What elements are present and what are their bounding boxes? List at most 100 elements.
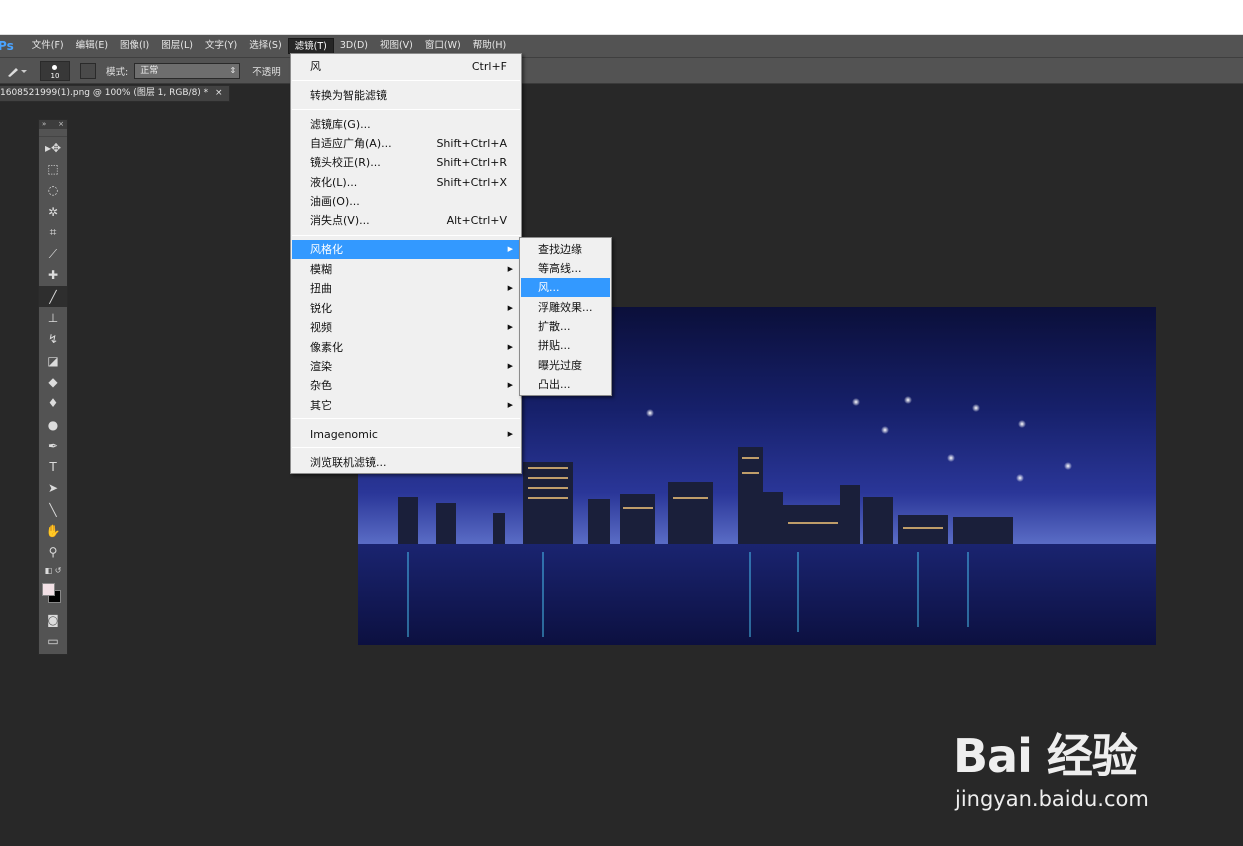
color-swatches[interactable]: [39, 579, 67, 609]
dodge-tool-icon[interactable]: ●: [39, 414, 67, 435]
close-icon[interactable]: ×: [58, 120, 64, 129]
menu-3d[interactable]: 3D(D): [334, 38, 374, 54]
submenu-arrow-icon: ▶: [507, 381, 513, 389]
menu-item-lens-correction[interactable]: 镜头校正(R)... Shift+Ctrl+R: [292, 153, 520, 172]
healing-brush-tool-icon[interactable]: ✚: [39, 265, 67, 286]
menu-item-shortcut: Shift+Ctrl+A: [436, 137, 507, 150]
mode-select[interactable]: 正常: [134, 62, 241, 79]
menu-item-render[interactable]: 渲染 ▶: [292, 357, 520, 376]
path-selection-tool-icon[interactable]: ➤: [39, 478, 67, 499]
pen-tool-icon[interactable]: ✒: [39, 435, 67, 456]
menu-item-shortcut: Ctrl+F: [471, 60, 507, 73]
brush-icon: [8, 67, 27, 77]
menu-item-label: 风: [310, 60, 321, 73]
submenu-item-wind[interactable]: 风...: [521, 278, 610, 297]
menu-edit[interactable]: 编辑(E): [70, 38, 114, 54]
document-tab[interactable]: 1608521999(1).png @ 100% (图层 1, RGB/8) *…: [0, 85, 230, 102]
document-title: 1608521999(1).png @ 100% (图层 1, RGB/8) *: [0, 88, 209, 98]
blur-tool-icon[interactable]: ♦: [39, 393, 67, 414]
menu-item-label: 像素化: [310, 341, 343, 354]
stylize-submenu: 查找边缘 等高线... 风... 浮雕效果... 扩散... 拼贴... 曝光过…: [519, 237, 612, 396]
submenu-arrow-icon: ▶: [507, 304, 513, 312]
menu-item-label: 锐化: [310, 302, 332, 315]
brush-panel-toggle[interactable]: [80, 62, 96, 79]
menu-help[interactable]: 帮助(H): [467, 38, 513, 54]
submenu-item-find-edges[interactable]: 查找边缘: [521, 240, 610, 259]
menu-item-distort[interactable]: 扭曲 ▶: [292, 279, 520, 298]
menu-item-other[interactable]: 其它 ▶: [292, 396, 520, 415]
menu-item-convert-smart-filter[interactable]: 转换为智能滤镜: [292, 86, 520, 105]
menu-item-blur[interactable]: 模糊 ▶: [292, 260, 520, 279]
submenu-arrow-icon: ▶: [507, 401, 513, 409]
eraser-tool-icon[interactable]: ◪: [39, 350, 67, 371]
submenu-arrow-icon: ▶: [507, 323, 513, 331]
menu-image[interactable]: 图像(I): [114, 38, 155, 54]
menu-bar: Ps 文件(F) 编辑(E) 图像(I) 图层(L) 文字(Y) 选择(S) 滤…: [0, 35, 1243, 57]
menu-item-adaptive-wide-angle[interactable]: 自适应广角(A)... Shift+Ctrl+A: [292, 134, 520, 153]
menu-file[interactable]: 文件(F): [26, 38, 70, 54]
menu-item-shortcut: Shift+Ctrl+X: [436, 176, 507, 189]
submenu-item-tiles[interactable]: 拼贴...: [521, 336, 610, 355]
history-brush-tool-icon[interactable]: ↯: [39, 329, 67, 350]
crop-tool-icon[interactable]: ⌗: [39, 222, 67, 243]
menu-layer[interactable]: 图层(L): [155, 38, 199, 54]
browser-top-area: [0, 0, 1243, 35]
menu-divider: [292, 418, 520, 419]
app-logo: Ps: [0, 39, 14, 53]
menu-item-oil-paint[interactable]: 油画(O)...: [292, 192, 520, 211]
foreground-color-swatch[interactable]: [42, 582, 55, 596]
magic-wand-tool-icon[interactable]: ✲: [39, 201, 67, 222]
menu-item-last-filter[interactable]: 风 Ctrl+F: [292, 57, 520, 76]
line-tool-icon[interactable]: ╲: [39, 499, 67, 520]
brush-size-picker[interactable]: 10: [40, 60, 70, 81]
menu-item-label: 消失点(V)...: [310, 214, 370, 227]
submenu-item-solarize[interactable]: 曝光过度: [521, 356, 610, 375]
hand-tool-icon[interactable]: ✋: [39, 520, 67, 541]
eyedropper-tool-icon[interactable]: ⟋: [39, 243, 67, 264]
menu-type[interactable]: 文字(Y): [199, 38, 243, 54]
menu-item-browse-online[interactable]: 浏览联机滤镜...: [292, 453, 520, 472]
menu-item-stylize[interactable]: 风格化 ▶: [292, 240, 520, 259]
menu-filter[interactable]: 滤镜(T): [287, 38, 334, 54]
marquee-tool-icon[interactable]: ⬚: [39, 158, 67, 179]
swap-colors-icon[interactable]: ◧ ↺: [39, 563, 67, 579]
collapse-icon[interactable]: »: [42, 120, 46, 129]
submenu-item-trace-contour[interactable]: 等高线...: [521, 259, 610, 278]
menu-item-pixelate[interactable]: 像素化 ▶: [292, 338, 520, 357]
options-bar: 10 模式: 正常 不透明: [0, 57, 1243, 84]
menu-item-video[interactable]: 视频 ▶: [292, 318, 520, 337]
menu-select[interactable]: 选择(S): [243, 38, 287, 54]
brush-tool-icon[interactable]: ╱: [39, 286, 67, 308]
submenu-item-diffuse[interactable]: 扩散...: [521, 317, 610, 336]
menu-item-label: 液化(L)...: [310, 176, 358, 189]
menu-window[interactable]: 窗口(W): [419, 38, 467, 54]
zoom-tool-icon[interactable]: ⚲: [39, 542, 67, 563]
quick-mask-icon[interactable]: ◙: [39, 609, 67, 630]
brush-preset-picker[interactable]: [2, 61, 32, 81]
menu-item-label: 自适应广角(A)...: [310, 137, 392, 150]
submenu-item-emboss[interactable]: 浮雕效果...: [521, 298, 610, 317]
submenu-arrow-icon: ▶: [507, 430, 513, 438]
lasso-tool-icon[interactable]: ◌: [39, 180, 67, 201]
tools-panel-header: » ×: [39, 120, 67, 129]
tools-grip[interactable]: [39, 129, 67, 137]
screen-mode-icon[interactable]: ▭: [39, 630, 67, 651]
menu-item-label: 镜头校正(R)...: [310, 156, 381, 169]
document-close-button[interactable]: ×: [215, 88, 223, 98]
submenu-arrow-icon: ▶: [507, 265, 513, 273]
clone-stamp-tool-icon[interactable]: ⊥: [39, 307, 67, 328]
menu-item-sharpen[interactable]: 锐化 ▶: [292, 299, 520, 318]
submenu-arrow-icon: ▶: [507, 362, 513, 370]
menu-item-filter-gallery[interactable]: 滤镜库(G)...: [292, 115, 520, 134]
paint-bucket-tool-icon[interactable]: ◆: [39, 371, 67, 392]
submenu-item-extrude[interactable]: 凸出...: [521, 375, 610, 394]
menu-item-noise[interactable]: 杂色 ▶: [292, 376, 520, 395]
baidu-jingyan-watermark: Bai 经验 jingyan.baidu.com: [945, 715, 1185, 820]
menu-divider: [292, 80, 520, 81]
move-tool-icon[interactable]: ▸✥: [39, 137, 67, 158]
type-tool-icon[interactable]: T: [39, 456, 67, 477]
menu-view[interactable]: 视图(V): [374, 38, 419, 54]
menu-item-vanishing-point[interactable]: 消失点(V)... Alt+Ctrl+V: [292, 211, 520, 230]
menu-item-imagenomic[interactable]: Imagenomic ▶: [292, 425, 520, 444]
menu-item-liquify[interactable]: 液化(L)... Shift+Ctrl+X: [292, 173, 520, 192]
